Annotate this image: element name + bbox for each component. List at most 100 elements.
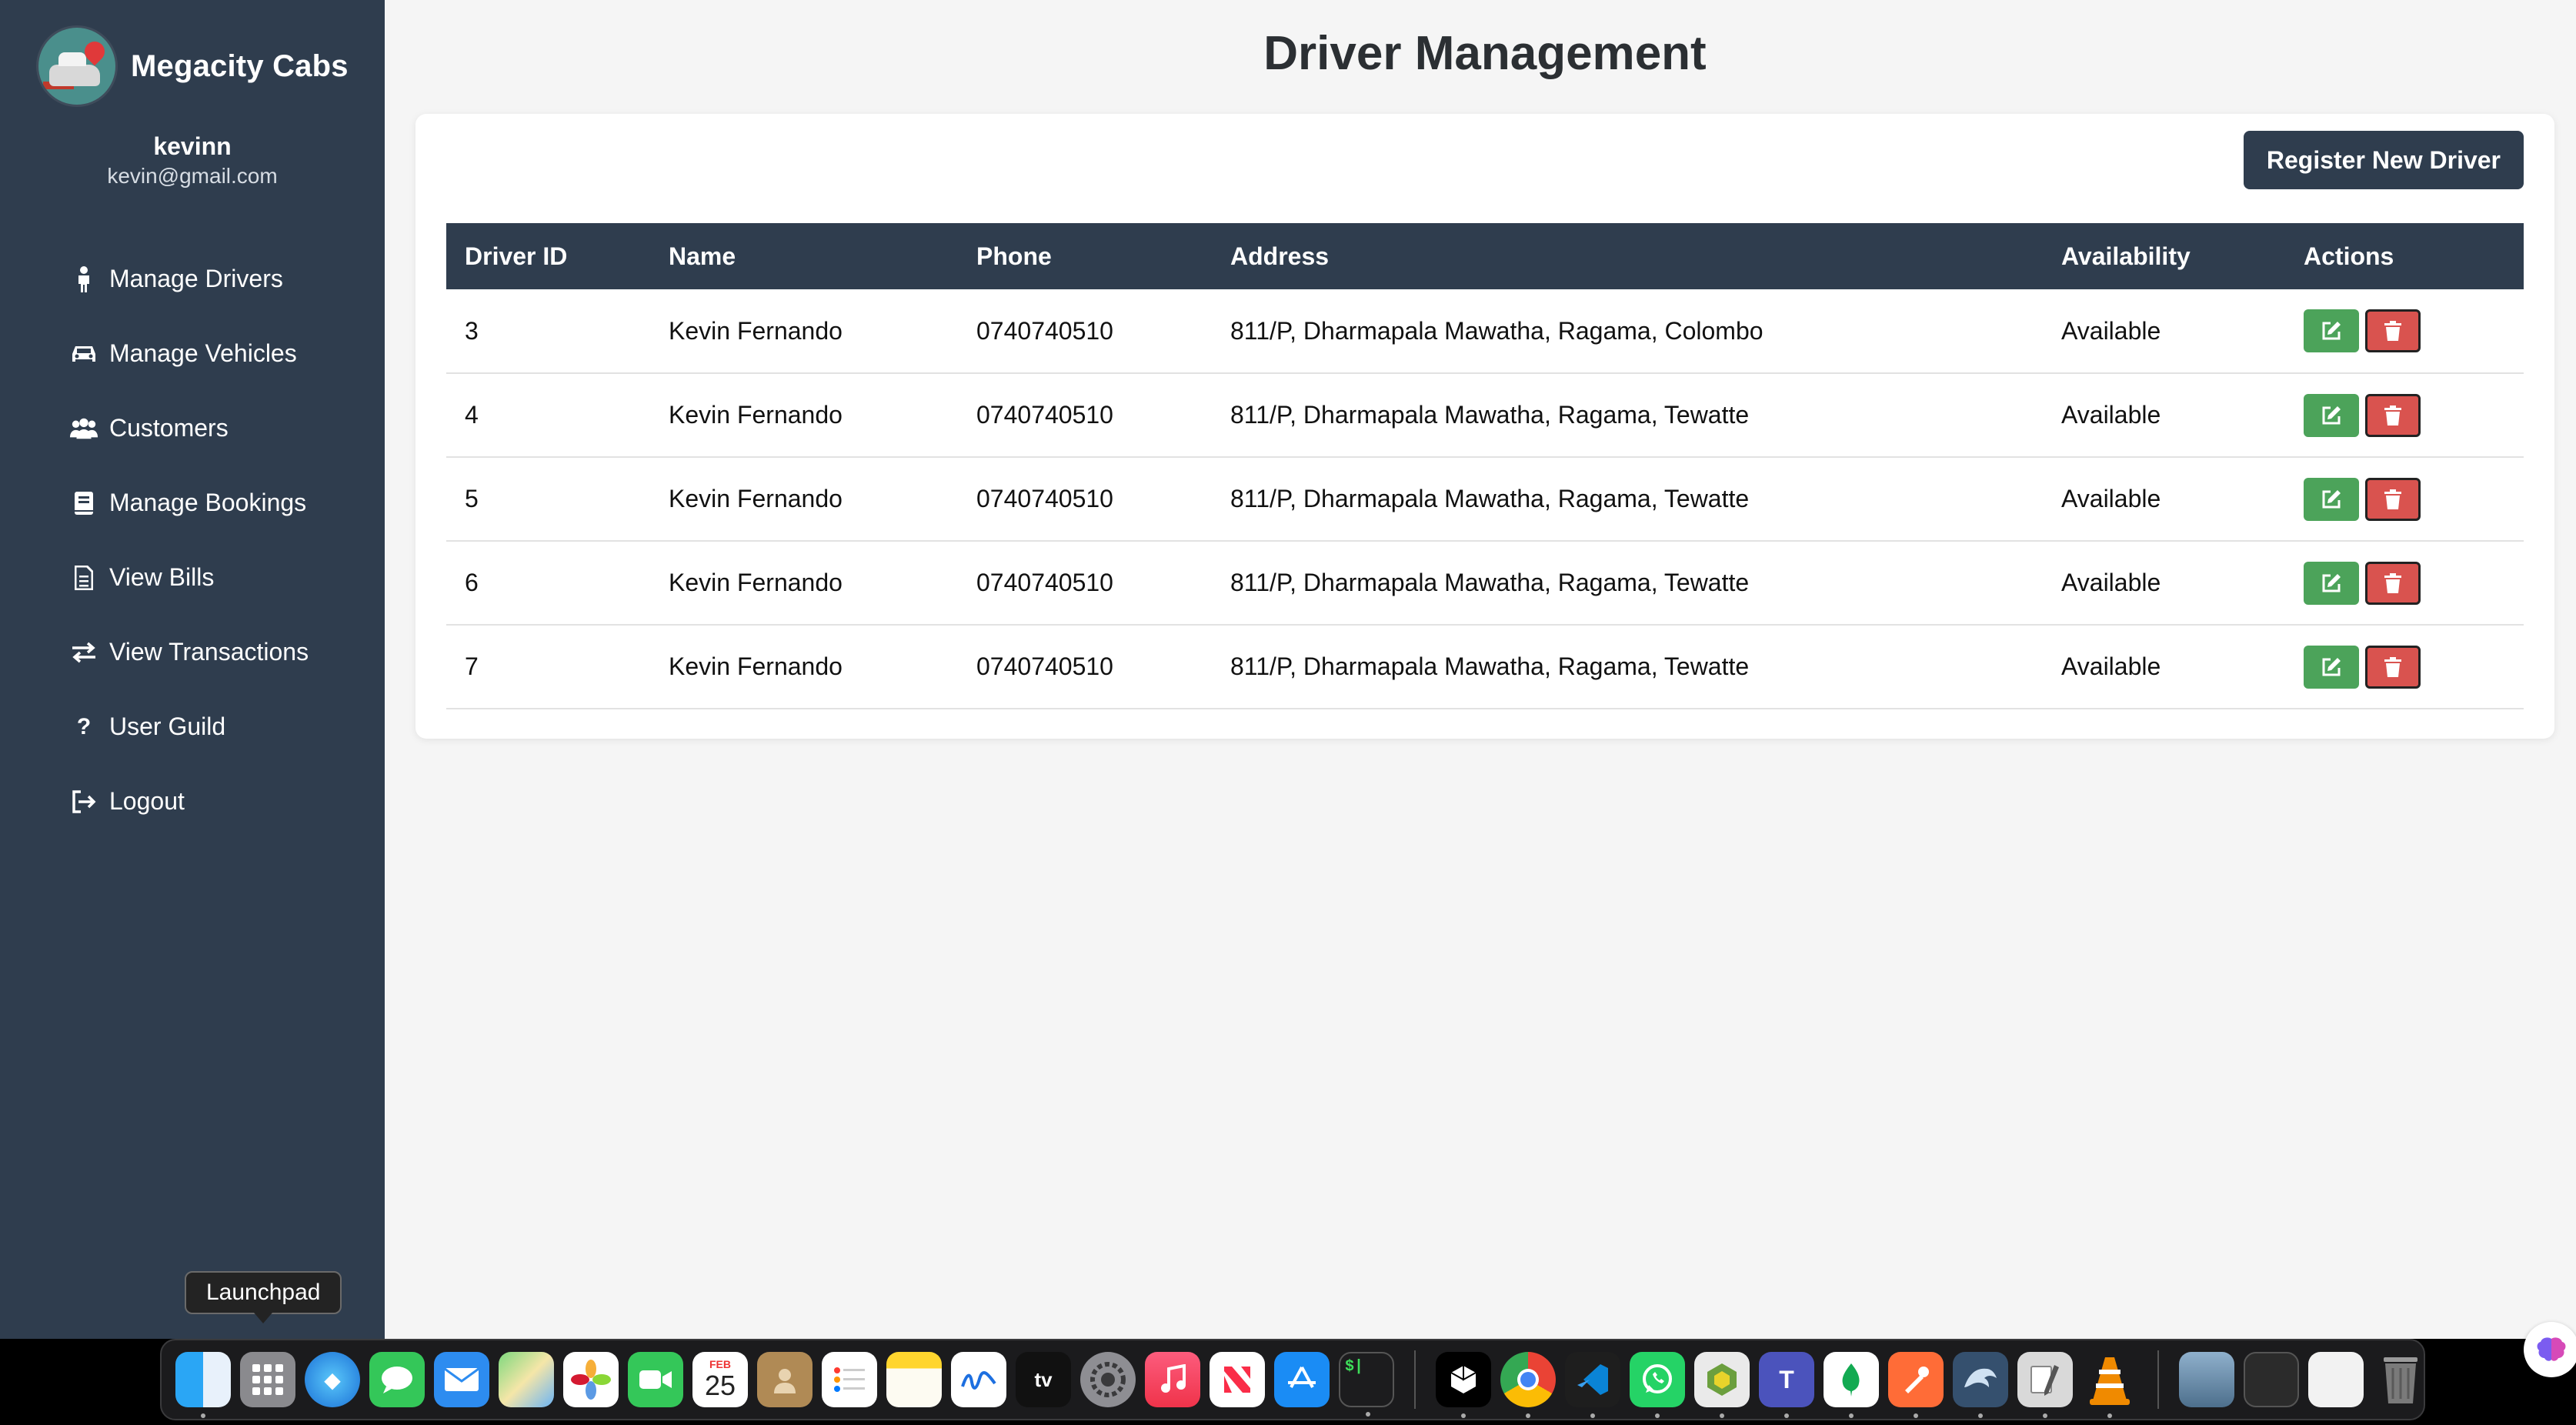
system-settings-icon[interactable] xyxy=(1080,1352,1136,1407)
sidebar-item-view-bills[interactable]: View Bills xyxy=(69,540,309,615)
cube-app-icon[interactable] xyxy=(1436,1352,1491,1418)
calendar-icon[interactable]: FEB 25 xyxy=(692,1352,748,1407)
edit-button[interactable] xyxy=(2304,393,2359,437)
delete-button[interactable] xyxy=(2365,477,2421,521)
driver-id-cell: 4 xyxy=(446,373,650,458)
vlc-icon[interactable] xyxy=(2082,1352,2137,1418)
sidebar-item-view-transactions[interactable]: View Transactions xyxy=(69,615,309,689)
column-header-availability[interactable]: Availability xyxy=(2043,223,2285,289)
user-name: kevinn xyxy=(153,132,232,160)
table-row: 3 Kevin Fernando 0740740510 811/P, Dharm… xyxy=(446,289,2524,374)
driver-address-cell: 811/P, Dharmapala Mawatha, Ragama, Colom… xyxy=(1212,289,2043,374)
assistant-brain-icon[interactable] xyxy=(2524,1322,2576,1377)
edit-button[interactable] xyxy=(2304,477,2359,521)
edit-button[interactable] xyxy=(2304,309,2359,352)
driver-address-cell: 811/P, Dharmapala Mawatha, Ragama, Tewat… xyxy=(1212,373,2043,458)
sidebar-item-manage-bookings[interactable]: Manage Bookings xyxy=(69,466,309,540)
reminders-icon[interactable] xyxy=(822,1352,877,1407)
driver-id-cell: 3 xyxy=(446,289,650,374)
user-email: kevin@gmail.com xyxy=(107,164,278,188)
sidebar: Megacity Cabs kevinn kevin@gmail.com Man… xyxy=(0,0,385,1339)
dock-separator xyxy=(1414,1350,1416,1409)
driver-availability-cell: Available xyxy=(2043,289,2285,374)
sidebar-item-manage-vehicles[interactable]: Manage Vehicles xyxy=(69,316,309,391)
drivers-table: Driver ID Name Phone Address Availabilit… xyxy=(446,223,2524,709)
photos-icon[interactable] xyxy=(563,1352,619,1407)
table-row: 4 Kevin Fernando 0740740510 811/P, Dharm… xyxy=(446,373,2524,458)
launchpad-icon[interactable] xyxy=(240,1352,295,1407)
column-header-phone[interactable]: Phone xyxy=(958,223,1212,289)
actions-cell xyxy=(2285,457,2524,542)
contacts-icon[interactable] xyxy=(757,1352,813,1407)
freeform-icon[interactable] xyxy=(951,1352,1006,1407)
recent-window-icon[interactable] xyxy=(2244,1352,2299,1407)
edit-button[interactable] xyxy=(2304,561,2359,605)
dock-separator xyxy=(2157,1350,2159,1409)
driver-phone-cell: 0740740510 xyxy=(958,373,1212,458)
teams-icon[interactable]: T xyxy=(1759,1352,1814,1418)
sidebar-item-label: View Transactions xyxy=(109,638,309,666)
driver-name-cell: Kevin Fernando xyxy=(650,625,958,709)
postman-icon[interactable] xyxy=(1888,1352,1944,1418)
trash-icon xyxy=(2384,321,2401,341)
music-icon[interactable] xyxy=(1145,1352,1200,1407)
sidebar-item-label: Logout xyxy=(109,787,185,815)
table-row: 6 Kevin Fernando 0740740510 811/P, Dharm… xyxy=(446,541,2524,626)
finder-icon[interactable] xyxy=(175,1352,231,1418)
sidebar-item-label: Manage Bookings xyxy=(109,489,307,516)
delete-button[interactable] xyxy=(2365,561,2421,605)
facetime-icon[interactable] xyxy=(628,1352,683,1407)
recent-document-icon[interactable] xyxy=(2308,1352,2364,1407)
register-new-driver-button[interactable]: Register New Driver xyxy=(2243,131,2524,189)
users-icon xyxy=(69,418,98,439)
chrome-icon[interactable] xyxy=(1500,1352,1556,1418)
driver-availability-cell: Available xyxy=(2043,373,2285,458)
edit-button[interactable] xyxy=(2304,645,2359,689)
mail-icon[interactable] xyxy=(434,1352,489,1407)
driver-id-cell: 6 xyxy=(446,541,650,626)
driver-name-cell: Kevin Fernando xyxy=(650,457,958,542)
driver-name-cell: Kevin Fernando xyxy=(650,289,958,374)
mongodb-compass-icon[interactable] xyxy=(1824,1352,1879,1418)
column-header-name[interactable]: Name xyxy=(650,223,958,289)
driver-availability-cell: Available xyxy=(2043,457,2285,542)
edit-icon xyxy=(2322,657,2341,676)
edit-icon xyxy=(2322,573,2341,592)
actions-cell xyxy=(2285,541,2524,626)
downloads-folder-icon[interactable] xyxy=(2179,1352,2234,1407)
vscode-icon[interactable] xyxy=(1565,1352,1620,1418)
trash-bin-icon[interactable] xyxy=(2373,1352,2428,1407)
maps-icon[interactable] xyxy=(499,1352,554,1407)
sidebar-item-label: View Bills xyxy=(109,563,215,591)
news-icon[interactable] xyxy=(1210,1352,1265,1407)
mysql-workbench-icon[interactable] xyxy=(1953,1352,2008,1418)
driver-phone-cell: 0740740510 xyxy=(958,457,1212,542)
user-profile: kevinn kevin@gmail.com xyxy=(0,132,385,189)
apple-tv-icon[interactable]: tv xyxy=(1016,1352,1071,1407)
exchange-icon xyxy=(69,641,98,664)
notes-icon[interactable] xyxy=(886,1352,942,1407)
launchpad-tooltip: Launchpad xyxy=(185,1271,342,1323)
delete-button[interactable] xyxy=(2365,645,2421,689)
delete-button[interactable] xyxy=(2365,393,2421,437)
sidebar-item-logout[interactable]: Logout xyxy=(69,764,309,839)
delete-button[interactable] xyxy=(2365,309,2421,352)
sidebar-item-customers[interactable]: Customers xyxy=(69,391,309,466)
script-editor-icon[interactable] xyxy=(2017,1352,2073,1418)
app-store-icon[interactable] xyxy=(1274,1352,1330,1407)
safari-icon[interactable]: ◆ xyxy=(305,1352,360,1407)
column-header-driver-id[interactable]: Driver ID xyxy=(446,223,650,289)
edit-icon xyxy=(2322,405,2341,424)
messages-icon[interactable] xyxy=(369,1352,425,1407)
actions-cell xyxy=(2285,289,2524,374)
whatsapp-icon[interactable] xyxy=(1630,1352,1685,1418)
driver-address-cell: 811/P, Dharmapala Mawatha, Ragama, Tewat… xyxy=(1212,625,2043,709)
file-icon xyxy=(69,565,98,590)
column-header-actions: Actions xyxy=(2304,242,2394,270)
sidebar-item-manage-drivers[interactable]: Manage Drivers xyxy=(69,242,309,316)
terminal-icon[interactable]: $| xyxy=(1339,1352,1394,1417)
column-header-address[interactable]: Address xyxy=(1212,223,2043,289)
book-icon xyxy=(69,491,98,516)
hexagon-app-icon[interactable] xyxy=(1694,1352,1750,1418)
sidebar-item-user-guild[interactable]: ? User Guild xyxy=(69,689,309,764)
